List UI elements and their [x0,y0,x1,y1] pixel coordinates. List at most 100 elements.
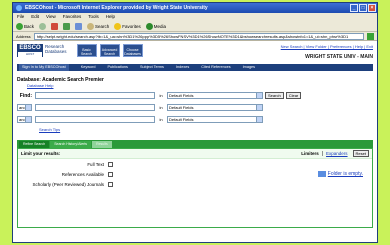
menu-bar: File Edit View Favorites Tools Help [13,13,377,21]
search-input-3[interactable] [35,116,155,123]
in-label-2: in [159,105,163,110]
window-title: EBSCOhost - Microsoft Internet Explorer … [25,5,208,11]
nav-keyword[interactable]: Keyword [81,64,96,71]
field-select-2[interactable]: Default Fields [167,104,263,111]
favorites-button[interactable]: Favorites [114,22,141,30]
limit-title: Limit your results: [21,151,61,156]
full-text-checkbox[interactable] [108,161,113,167]
search-row-1: Find: in Default Fields Search Clear [17,91,373,100]
research-databases: Research Databases [45,44,67,64]
clear-button[interactable]: Clear [285,92,302,99]
search-button-main[interactable]: Search [265,92,284,99]
maximize-button[interactable]: □ [359,4,367,12]
refine-tabs: Refine Search Search History/Alerts Resu… [17,140,373,148]
limit-controls: Limiters | Expanders Reset [301,150,369,157]
limit-row-full-text: Full Text [18,159,372,169]
search-input-1[interactable] [35,92,155,99]
search-input-2[interactable] [35,104,155,111]
folder-status[interactable]: Folder is empty. [317,171,363,177]
tab-basic-search[interactable]: Basic Search [76,44,97,57]
nav-cited-references[interactable]: Cited References [201,64,230,71]
nav-images[interactable]: Images [243,64,255,71]
limit-header: Limit your results: Limiters | Expanders… [18,149,372,159]
refresh-icon[interactable] [63,22,71,30]
back-label: Back [24,23,35,29]
limiters-label: Limiters [301,151,319,156]
search-row-2: and in Default Fields [17,103,373,112]
boolean-select-2[interactable]: and [17,116,32,123]
address-label: Address [16,33,31,39]
nav-indexes[interactable]: Indexes [176,64,189,71]
logo-bottom: HOST [18,52,42,57]
title-bar: EBSCOhost - Microsoft Internet Explorer … [13,3,377,13]
favorites-label: Favorites [122,23,141,29]
search-button[interactable]: Search [87,22,110,30]
in-label-3: in [159,117,163,122]
window-controls: _ □ × [350,4,377,12]
forward-button[interactable] [39,22,47,30]
browser-window: EBSCOhost - Microsoft Internet Explorer … [12,2,378,243]
top-links[interactable]: New Search | View Folder | Preferences |… [281,44,373,49]
magnifier-icon [87,22,95,30]
nav-bar: Sign In to My EBSCOhost Keyword Publicat… [17,64,373,71]
full-text-label: Full Text [87,161,104,167]
page-content: EBSCO HOST Research Databases Basic Sear… [13,44,377,228]
star-icon [114,22,122,30]
find-label: Find: [19,92,32,99]
address-input[interactable]: http://selpt.wright.edu/search.asp?tb=1&… [33,32,364,40]
stop-icon[interactable] [51,22,59,30]
close-button[interactable]: × [368,4,376,12]
scholarly-label: Scholarly (Peer Reviewed) Journals [32,181,104,187]
in-label: in [159,93,163,98]
expanders-link[interactable]: Expanders [326,151,348,156]
menu-tools[interactable]: Tools [88,13,99,21]
search-mode-tabs: Basic Search Advanced Search Choose Data… [76,44,143,64]
tab-search-history[interactable]: Search History/Alerts [50,141,92,148]
folder-text: Folder is empty. [327,171,363,177]
home-icon[interactable] [75,22,83,30]
tab-choose-databases[interactable]: Choose Databases [122,44,143,57]
back-arrow-icon [16,22,23,30]
nav-publications[interactable]: Publications [107,64,127,71]
references-label: References Available [61,171,104,177]
database-help-link[interactable]: Database Help [27,83,373,88]
menu-favorites[interactable]: Favorites [63,13,82,21]
references-checkbox[interactable] [108,171,113,177]
media-button[interactable]: Media [145,22,167,30]
limit-row-scholarly: Scholarly (Peer Reviewed) Journals [18,179,372,189]
folder-icon [317,171,326,177]
back-button[interactable]: Back [16,22,35,30]
go-button[interactable] [367,32,374,40]
ie-icon [16,5,22,11]
top-right: New Search | View Folder | Preferences |… [281,44,373,64]
media-icon [145,22,153,30]
ebsco-logo[interactable]: EBSCO HOST [17,44,43,57]
search-row-3: and in Default Fields [17,115,373,124]
scholarly-checkbox[interactable] [108,181,113,187]
nav-sign-in[interactable]: Sign In to My EBSCOhost [19,64,69,71]
reset-button[interactable]: Reset [352,150,369,157]
search-label: Search [95,23,110,29]
databases-text: Databases [45,49,67,54]
browser-toolbar: Back Search Favorites Media [13,21,377,32]
menu-view[interactable]: View [46,13,56,21]
menu-help[interactable]: Help [106,13,115,21]
search-tips-link[interactable]: Search Tips [39,127,373,132]
field-select-3[interactable]: Default Fields [167,116,263,123]
nav-subject-terms[interactable]: Subject Terms [140,64,164,71]
tab-refine-search[interactable]: Refine Search [19,141,50,148]
menu-file[interactable]: File [17,13,24,21]
forward-arrow-icon [39,22,47,30]
media-label: Media [153,23,167,29]
field-select-1[interactable]: Default Fields [167,92,263,99]
menu-edit[interactable]: Edit [31,13,39,21]
logo-top: EBSCO [18,45,42,52]
address-bar: Address http://selpt.wright.edu/search.a… [13,32,377,41]
tab-advanced-search[interactable]: Advanced Search [99,44,120,57]
limit-panel: Limit your results: Limiters | Expanders… [17,148,373,228]
institution-name: WRIGHT STATE UNIV - MAIN [305,54,373,60]
tab-results[interactable]: Results [92,141,112,148]
boolean-select-1[interactable]: and [17,104,32,111]
minimize-button[interactable]: _ [350,4,358,12]
ebsco-header: EBSCO HOST Research Databases Basic Sear… [17,44,373,64]
